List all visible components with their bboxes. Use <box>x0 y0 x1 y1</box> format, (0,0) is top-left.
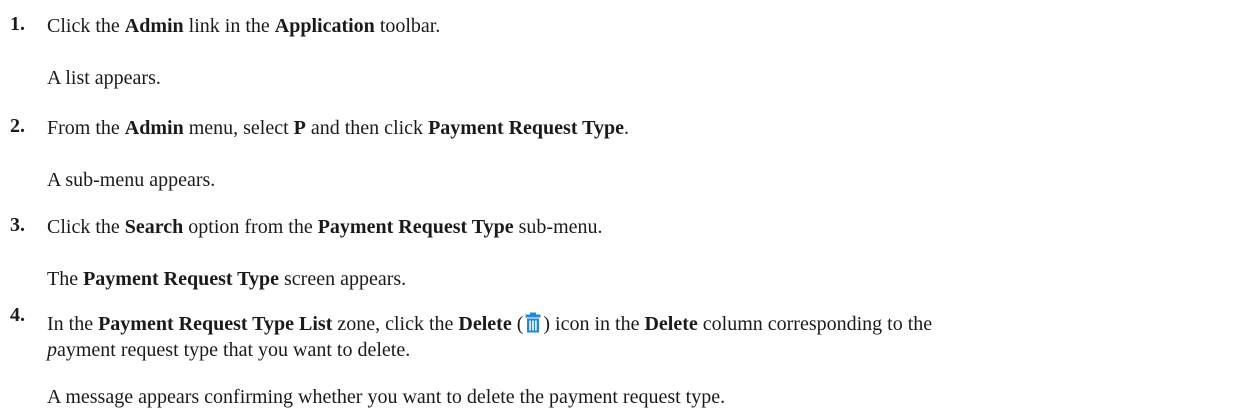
step-result: A message appears confirming whether you… <box>47 386 726 408</box>
step-result: The Payment Request Type screen appears. <box>47 268 407 290</box>
step-instruction-continued: payment request type that you want to de… <box>47 339 411 361</box>
step-result: A sub-menu appears. <box>47 169 216 191</box>
step-number: 3. <box>10 214 25 236</box>
step-instruction: Click the Search option from the Payment… <box>47 216 603 238</box>
step-number: 1. <box>10 13 25 35</box>
step-number: 4. <box>10 304 25 326</box>
step-number: 2. <box>10 115 25 137</box>
step-instruction: From the Admin menu, select P and then c… <box>47 117 629 139</box>
step-instruction: In the Payment Request Type List zone, c… <box>47 312 933 335</box>
step-result: A list appears. <box>47 67 161 89</box>
trash-icon <box>525 312 541 333</box>
step-instruction: Click the Admin link in the Application … <box>47 15 441 37</box>
step-2: 2. From the Admin menu, select P and the… <box>10 115 1245 193</box>
step-4: 4. In the Payment Request Type List zone… <box>10 304 1245 410</box>
step-1: 1. Click the Admin link in the Applicati… <box>10 13 1245 91</box>
step-3: 3. Click the Search option from the Paym… <box>10 214 1245 292</box>
